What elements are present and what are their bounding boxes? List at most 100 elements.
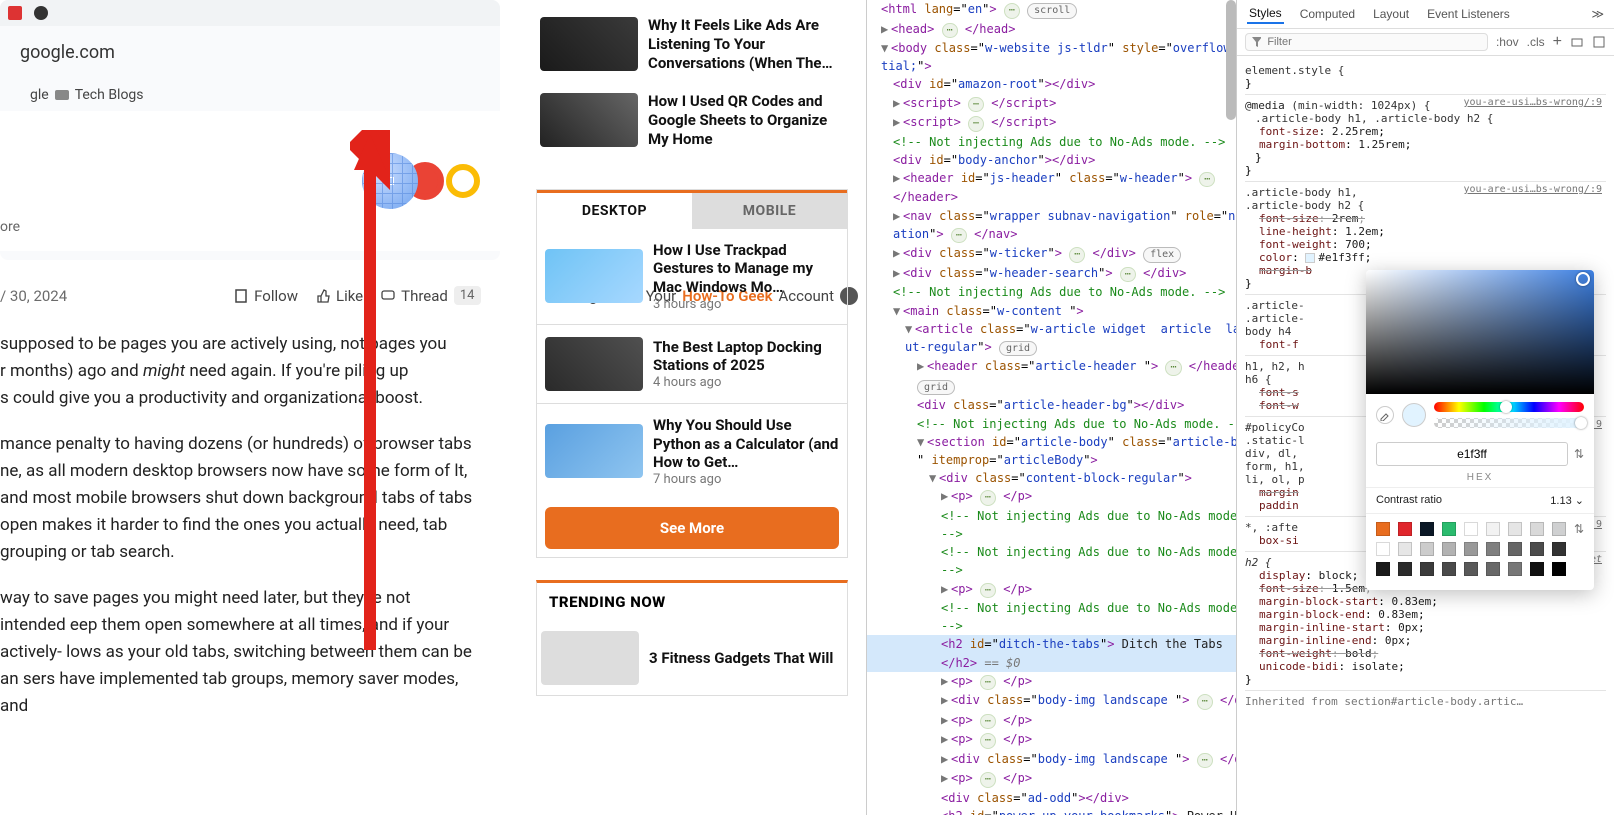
article-sidebar: Why It Feels Like Ads Are Listening To Y… — [536, 6, 848, 696]
contrast-row[interactable]: Contrast ratio 1.13 ⌄ — [1366, 487, 1594, 513]
palette-swatch[interactable] — [1486, 562, 1500, 576]
tab-mobile[interactable]: MOBILE — [692, 193, 847, 229]
see-more-button[interactable]: See More — [545, 507, 839, 549]
hex-input[interactable] — [1376, 442, 1568, 466]
palette-swatch[interactable] — [1398, 522, 1412, 536]
card-time: 7 hours ago — [653, 472, 839, 487]
publish-date: / 30, 2024 — [0, 287, 67, 305]
color-swatch[interactable] — [1305, 253, 1315, 263]
palette-swatch[interactable] — [1420, 542, 1434, 556]
palette-swatch[interactable] — [1464, 542, 1478, 556]
palette-swatch[interactable] — [1442, 542, 1456, 556]
card-time: 4 hours ago — [653, 375, 839, 390]
palette-swatch[interactable] — [1376, 542, 1390, 556]
palette-swatch[interactable] — [1530, 522, 1544, 536]
palette-swatch[interactable] — [1420, 562, 1434, 576]
card-title: The Best Laptop Docking Stations of 2025 — [653, 338, 839, 376]
expand-icon[interactable]: ▶ — [881, 21, 891, 37]
thumbs-up-icon — [316, 289, 330, 303]
styles-toolbar: :hov .cls + — [1237, 29, 1614, 56]
palette-swatch[interactable] — [1530, 562, 1544, 576]
related-card[interactable]: How I Used QR Codes and Google Sheets to… — [536, 82, 848, 158]
trending-box: TRENDING NOW 3 Fitness Gadgets That Will — [536, 580, 848, 696]
hex-label: HEX — [1366, 472, 1594, 487]
palette-swatch[interactable] — [1398, 542, 1412, 556]
rule-source-link[interactable]: you-are-usi…bs-wrong/:9 — [1464, 97, 1602, 108]
palette-swatch[interactable] — [1442, 562, 1456, 576]
tab-styles[interactable]: Styles — [1247, 4, 1284, 24]
related-card[interactable]: Why It Feels Like Ads Are Listening To Y… — [536, 6, 848, 82]
palette-swatch[interactable] — [1376, 522, 1390, 536]
new-style-button[interactable]: + — [1553, 33, 1562, 51]
scrollbar[interactable] — [1226, 0, 1236, 120]
zoom-overlay-icon — [362, 153, 418, 209]
thread-count: 14 — [454, 286, 481, 305]
google-logo — [362, 153, 480, 209]
palette-swatch[interactable] — [1552, 542, 1566, 556]
more-tabs-icon[interactable]: ≫ — [1591, 7, 1604, 21]
styles-tab-bar: Styles Computed Layout Event Listeners ≫ — [1237, 0, 1614, 29]
store-text: ore — [0, 219, 20, 235]
palette-swatch[interactable] — [1420, 522, 1434, 536]
format-switch-icon[interactable]: ⇅ — [1574, 447, 1584, 461]
selected-dom-node[interactable]: <h2 id="ditch-the-tabs"> Ditch the Tabs — [867, 635, 1236, 653]
dots-badge[interactable]: ⋯ — [1004, 3, 1020, 19]
trending-item[interactable]: 3 Fitness Gadgets That Will — [537, 621, 847, 695]
settings-icon[interactable] — [1592, 35, 1606, 49]
palette-swatch[interactable] — [1398, 562, 1412, 576]
palette-swatch[interactable] — [1464, 562, 1478, 576]
palette-swatch[interactable] — [1486, 542, 1500, 556]
tab-layout[interactable]: Layout — [1371, 5, 1411, 23]
card-thumb — [545, 337, 643, 391]
palette-swatch[interactable] — [1508, 542, 1522, 556]
color-picker[interactable]: ⇅ HEX Contrast ratio 1.13 ⌄ ⇅ — [1366, 270, 1594, 590]
browser-url: google.com — [0, 26, 500, 79]
devtools-elements-pane[interactable]: <html lang="en"> ⋯ scroll ▶<head> ⋯ </he… — [866, 0, 1236, 815]
hue-slider[interactable] — [1434, 402, 1584, 412]
palette-switch-icon[interactable]: ⇅ — [1574, 522, 1584, 536]
palette-swatch[interactable] — [1552, 562, 1566, 576]
thread-button[interactable]: Thread 14 — [381, 286, 480, 305]
satval-field[interactable] — [1366, 270, 1594, 394]
palette-swatch[interactable] — [1486, 522, 1500, 536]
tab-computed[interactable]: Computed — [1298, 5, 1357, 23]
hov-toggle[interactable]: :hov — [1496, 35, 1519, 49]
print-icon[interactable] — [1570, 35, 1584, 49]
alpha-slider[interactable] — [1434, 418, 1584, 428]
card-time: 3 hours ago — [653, 297, 839, 312]
satval-handle[interactable] — [1576, 272, 1590, 286]
inherited-label: Inherited from section#article-body.arti… — [1245, 691, 1606, 712]
palette-swatch[interactable] — [1442, 522, 1456, 536]
popular-item[interactable]: Why You Should Use Python as a Calculato… — [537, 403, 847, 499]
card-title: 3 Fitness Gadgets That Will — [649, 649, 833, 668]
collapse-icon[interactable]: ▼ — [881, 40, 891, 56]
palette-swatch[interactable] — [1508, 562, 1522, 576]
bookmark-row: gle Tech Blogs — [0, 79, 500, 111]
comment-icon — [381, 289, 395, 303]
eyedropper-button[interactable] — [1376, 406, 1394, 424]
rule-source-link[interactable]: you-are-usi…bs-wrong/:9 — [1464, 184, 1602, 195]
palette: ⇅ — [1366, 513, 1594, 590]
palette-swatch[interactable] — [1530, 542, 1544, 556]
card-title: Why You Should Use Python as a Calculato… — [653, 416, 839, 472]
like-button[interactable]: Like — [316, 287, 363, 305]
page-content: google.com gle Tech Blogs ore / 3 — [0, 0, 866, 815]
palette-swatch[interactable] — [1464, 522, 1478, 536]
palette-swatch[interactable] — [1376, 562, 1390, 576]
card-title: How I Used QR Codes and Google Sheets to… — [648, 92, 844, 148]
tab-eventlisteners[interactable]: Event Listeners — [1425, 5, 1512, 23]
popular-item[interactable]: How I Use Trackpad Gestures to Manage my… — [537, 229, 847, 324]
filter-input[interactable] — [1245, 33, 1488, 51]
palette-swatch[interactable] — [1552, 522, 1566, 536]
tab-desktop[interactable]: DESKTOP — [537, 193, 692, 229]
filter-icon — [1252, 37, 1261, 47]
alpha-handle[interactable] — [1575, 417, 1587, 429]
devtools-styles-pane[interactable]: Styles Computed Layout Event Listeners ≫… — [1236, 0, 1614, 815]
palette-swatch[interactable] — [1508, 522, 1522, 536]
cls-toggle[interactable]: .cls — [1527, 35, 1545, 49]
hue-handle[interactable] — [1500, 401, 1512, 413]
popular-item[interactable]: The Best Laptop Docking Stations of 2025… — [537, 324, 847, 403]
scroll-pill[interactable]: scroll — [1027, 3, 1077, 19]
browser-mock: google.com gle Tech Blogs ore — [0, 0, 500, 260]
follow-button[interactable]: Follow — [234, 287, 298, 305]
